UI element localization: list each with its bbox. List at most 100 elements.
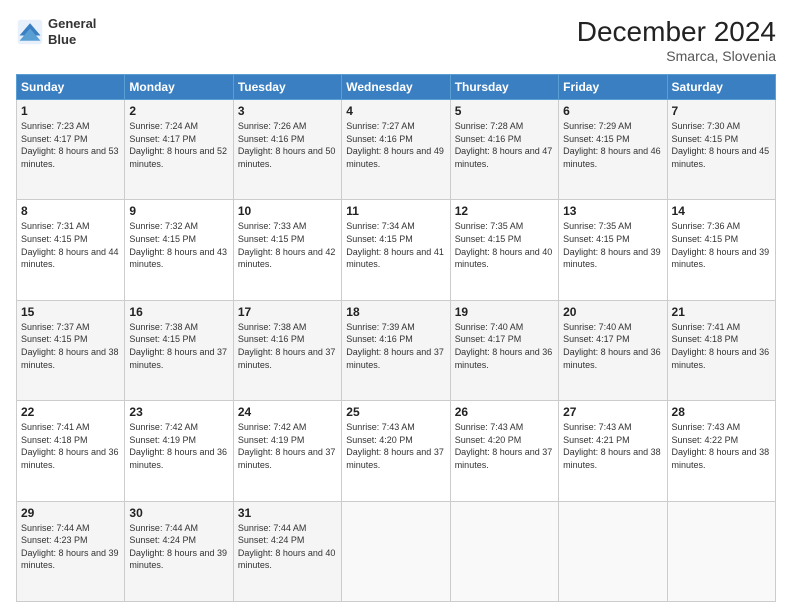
- day-info: Sunrise: 7:37 AMSunset: 4:15 PMDaylight:…: [21, 321, 120, 371]
- day-number: 21: [672, 305, 771, 319]
- title-block: December 2024 Smarca, Slovenia: [577, 16, 776, 64]
- col-sunday: Sunday: [17, 75, 125, 100]
- day-number: 12: [455, 204, 554, 218]
- col-monday: Monday: [125, 75, 233, 100]
- day-number: 2: [129, 104, 228, 118]
- day-info: Sunrise: 7:27 AMSunset: 4:16 PMDaylight:…: [346, 120, 445, 170]
- main-title: December 2024: [577, 16, 776, 48]
- calendar-week-row: 29 Sunrise: 7:44 AMSunset: 4:23 PMDaylig…: [17, 501, 776, 601]
- day-number: 30: [129, 506, 228, 520]
- table-row: 2 Sunrise: 7:24 AMSunset: 4:17 PMDayligh…: [125, 100, 233, 200]
- calendar-week-row: 22 Sunrise: 7:41 AMSunset: 4:18 PMDaylig…: [17, 401, 776, 501]
- day-info: Sunrise: 7:31 AMSunset: 4:15 PMDaylight:…: [21, 220, 120, 270]
- day-info: Sunrise: 7:39 AMSunset: 4:16 PMDaylight:…: [346, 321, 445, 371]
- day-number: 16: [129, 305, 228, 319]
- col-saturday: Saturday: [667, 75, 775, 100]
- day-info: Sunrise: 7:35 AMSunset: 4:15 PMDaylight:…: [455, 220, 554, 270]
- day-number: 19: [455, 305, 554, 319]
- table-row: 15 Sunrise: 7:37 AMSunset: 4:15 PMDaylig…: [17, 300, 125, 400]
- table-row: 17 Sunrise: 7:38 AMSunset: 4:16 PMDaylig…: [233, 300, 341, 400]
- table-row: 22 Sunrise: 7:41 AMSunset: 4:18 PMDaylig…: [17, 401, 125, 501]
- table-row: 6 Sunrise: 7:29 AMSunset: 4:15 PMDayligh…: [559, 100, 667, 200]
- day-info: Sunrise: 7:43 AMSunset: 4:20 PMDaylight:…: [346, 421, 445, 471]
- day-number: 14: [672, 204, 771, 218]
- table-row: 28 Sunrise: 7:43 AMSunset: 4:22 PMDaylig…: [667, 401, 775, 501]
- day-number: 11: [346, 204, 445, 218]
- day-info: Sunrise: 7:41 AMSunset: 4:18 PMDaylight:…: [672, 321, 771, 371]
- subtitle: Smarca, Slovenia: [577, 48, 776, 64]
- day-info: Sunrise: 7:43 AMSunset: 4:22 PMDaylight:…: [672, 421, 771, 471]
- table-row: 5 Sunrise: 7:28 AMSunset: 4:16 PMDayligh…: [450, 100, 558, 200]
- day-number: 27: [563, 405, 662, 419]
- day-info: Sunrise: 7:40 AMSunset: 4:17 PMDaylight:…: [563, 321, 662, 371]
- table-row: 24 Sunrise: 7:42 AMSunset: 4:19 PMDaylig…: [233, 401, 341, 501]
- day-number: 3: [238, 104, 337, 118]
- day-number: 28: [672, 405, 771, 419]
- day-info: Sunrise: 7:44 AMSunset: 4:24 PMDaylight:…: [129, 522, 228, 572]
- calendar-week-row: 1 Sunrise: 7:23 AMSunset: 4:17 PMDayligh…: [17, 100, 776, 200]
- day-info: Sunrise: 7:40 AMSunset: 4:17 PMDaylight:…: [455, 321, 554, 371]
- table-row: 29 Sunrise: 7:44 AMSunset: 4:23 PMDaylig…: [17, 501, 125, 601]
- col-thursday: Thursday: [450, 75, 558, 100]
- day-info: Sunrise: 7:29 AMSunset: 4:15 PMDaylight:…: [563, 120, 662, 170]
- day-number: 1: [21, 104, 120, 118]
- table-row: 3 Sunrise: 7:26 AMSunset: 4:16 PMDayligh…: [233, 100, 341, 200]
- table-row: 21 Sunrise: 7:41 AMSunset: 4:18 PMDaylig…: [667, 300, 775, 400]
- empty-cell: [559, 501, 667, 601]
- empty-cell: [667, 501, 775, 601]
- day-info: Sunrise: 7:38 AMSunset: 4:16 PMDaylight:…: [238, 321, 337, 371]
- day-number: 18: [346, 305, 445, 319]
- day-number: 23: [129, 405, 228, 419]
- day-number: 5: [455, 104, 554, 118]
- day-number: 4: [346, 104, 445, 118]
- day-number: 26: [455, 405, 554, 419]
- empty-cell: [342, 501, 450, 601]
- day-info: Sunrise: 7:42 AMSunset: 4:19 PMDaylight:…: [238, 421, 337, 471]
- day-info: Sunrise: 7:44 AMSunset: 4:23 PMDaylight:…: [21, 522, 120, 572]
- day-info: Sunrise: 7:28 AMSunset: 4:16 PMDaylight:…: [455, 120, 554, 170]
- empty-cell: [450, 501, 558, 601]
- day-number: 10: [238, 204, 337, 218]
- day-info: Sunrise: 7:34 AMSunset: 4:15 PMDaylight:…: [346, 220, 445, 270]
- day-number: 29: [21, 506, 120, 520]
- day-info: Sunrise: 7:32 AMSunset: 4:15 PMDaylight:…: [129, 220, 228, 270]
- day-number: 25: [346, 405, 445, 419]
- day-number: 22: [21, 405, 120, 419]
- day-number: 8: [21, 204, 120, 218]
- logo-text: General Blue: [48, 16, 96, 47]
- table-row: 1 Sunrise: 7:23 AMSunset: 4:17 PMDayligh…: [17, 100, 125, 200]
- calendar-header-row: Sunday Monday Tuesday Wednesday Thursday…: [17, 75, 776, 100]
- day-info: Sunrise: 7:42 AMSunset: 4:19 PMDaylight:…: [129, 421, 228, 471]
- day-info: Sunrise: 7:24 AMSunset: 4:17 PMDaylight:…: [129, 120, 228, 170]
- page: General Blue December 2024 Smarca, Slove…: [0, 0, 792, 612]
- col-friday: Friday: [559, 75, 667, 100]
- table-row: 12 Sunrise: 7:35 AMSunset: 4:15 PMDaylig…: [450, 200, 558, 300]
- logo-icon: [16, 18, 44, 46]
- table-row: 7 Sunrise: 7:30 AMSunset: 4:15 PMDayligh…: [667, 100, 775, 200]
- table-row: 10 Sunrise: 7:33 AMSunset: 4:15 PMDaylig…: [233, 200, 341, 300]
- table-row: 19 Sunrise: 7:40 AMSunset: 4:17 PMDaylig…: [450, 300, 558, 400]
- day-number: 13: [563, 204, 662, 218]
- day-info: Sunrise: 7:35 AMSunset: 4:15 PMDaylight:…: [563, 220, 662, 270]
- calendar-week-row: 8 Sunrise: 7:31 AMSunset: 4:15 PMDayligh…: [17, 200, 776, 300]
- table-row: 26 Sunrise: 7:43 AMSunset: 4:20 PMDaylig…: [450, 401, 558, 501]
- day-number: 15: [21, 305, 120, 319]
- table-row: 30 Sunrise: 7:44 AMSunset: 4:24 PMDaylig…: [125, 501, 233, 601]
- day-info: Sunrise: 7:38 AMSunset: 4:15 PMDaylight:…: [129, 321, 228, 371]
- logo: General Blue: [16, 16, 96, 47]
- table-row: 11 Sunrise: 7:34 AMSunset: 4:15 PMDaylig…: [342, 200, 450, 300]
- day-number: 7: [672, 104, 771, 118]
- calendar-table: Sunday Monday Tuesday Wednesday Thursday…: [16, 74, 776, 602]
- day-info: Sunrise: 7:44 AMSunset: 4:24 PMDaylight:…: [238, 522, 337, 572]
- day-info: Sunrise: 7:33 AMSunset: 4:15 PMDaylight:…: [238, 220, 337, 270]
- table-row: 9 Sunrise: 7:32 AMSunset: 4:15 PMDayligh…: [125, 200, 233, 300]
- table-row: 23 Sunrise: 7:42 AMSunset: 4:19 PMDaylig…: [125, 401, 233, 501]
- day-info: Sunrise: 7:36 AMSunset: 4:15 PMDaylight:…: [672, 220, 771, 270]
- day-info: Sunrise: 7:43 AMSunset: 4:20 PMDaylight:…: [455, 421, 554, 471]
- day-info: Sunrise: 7:43 AMSunset: 4:21 PMDaylight:…: [563, 421, 662, 471]
- table-row: 13 Sunrise: 7:35 AMSunset: 4:15 PMDaylig…: [559, 200, 667, 300]
- day-number: 31: [238, 506, 337, 520]
- day-info: Sunrise: 7:30 AMSunset: 4:15 PMDaylight:…: [672, 120, 771, 170]
- table-row: 31 Sunrise: 7:44 AMSunset: 4:24 PMDaylig…: [233, 501, 341, 601]
- table-row: 14 Sunrise: 7:36 AMSunset: 4:15 PMDaylig…: [667, 200, 775, 300]
